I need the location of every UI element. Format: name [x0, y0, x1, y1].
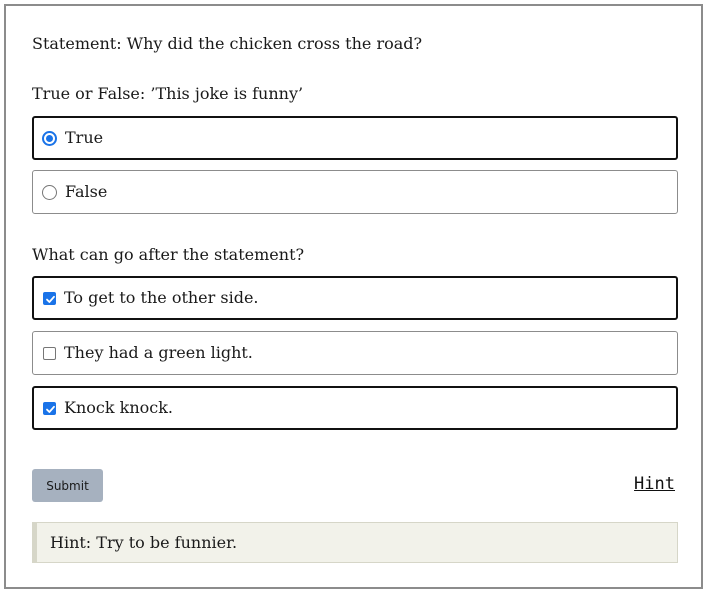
question-true-false-prompt: True or False: ’This joke is funny’ [32, 84, 304, 103]
checkbox-unchecked-icon[interactable] [43, 346, 56, 360]
hint-panel: Hint: Try to be funnier. [32, 522, 678, 563]
radio-unchecked-icon[interactable] [42, 184, 57, 200]
statement-text: Statement: Why did the chicken cross the… [32, 34, 423, 53]
problem-card: Statement: Why did the chicken cross the… [4, 4, 703, 589]
checkbox-checked-icon[interactable] [43, 291, 56, 305]
checkbox-option-label: Knock knock. [64, 398, 174, 417]
hint-text: Hint: Try to be funnier. [50, 533, 238, 552]
question-multiple-choice-prompt: What can go after the statement? [32, 245, 305, 264]
checkbox-option-label: To get to the other side. [64, 288, 259, 307]
radio-option-label: True [65, 128, 104, 147]
radio-option-label: False [65, 182, 108, 201]
radio-option-false[interactable]: False [32, 170, 678, 214]
radio-option-true[interactable]: True [32, 116, 678, 160]
submit-button[interactable]: Submit [32, 469, 103, 502]
checkbox-checked-icon[interactable] [43, 401, 56, 415]
checkbox-option-other-side[interactable]: To get to the other side. [32, 276, 678, 320]
radio-checked-icon[interactable] [42, 130, 57, 146]
hint-link[interactable]: Hint [634, 474, 675, 494]
checkbox-option-knock-knock[interactable]: Knock knock. [32, 386, 678, 430]
checkbox-option-green-light[interactable]: They had a green light. [32, 331, 678, 375]
checkbox-option-label: They had a green light. [64, 343, 253, 362]
